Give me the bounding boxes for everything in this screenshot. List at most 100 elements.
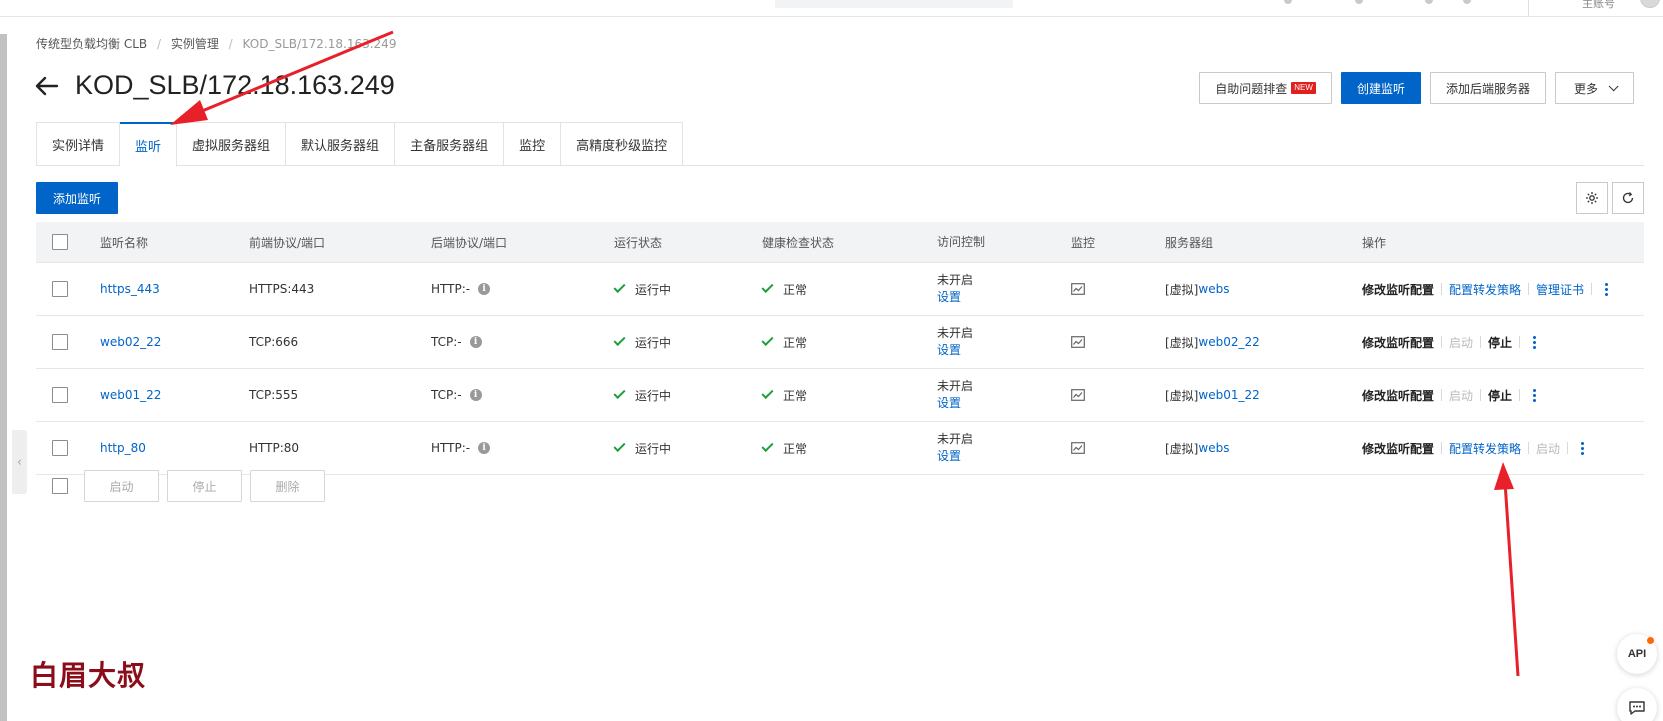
op-action[interactable]: 修改监听配置 <box>1362 440 1434 457</box>
acl-status: 未开启 <box>937 273 974 287</box>
row-checkbox[interactable] <box>52 387 68 403</box>
row-operations: 修改监听配置 启动 停止 <box>1362 316 1644 368</box>
listener-name-link[interactable]: http_80 <box>100 441 146 455</box>
breadcrumb: 传统型负载均衡 CLB / 实例管理 / KOD_SLB/172.18.163.… <box>36 35 396 52</box>
info-icon[interactable]: i <box>478 283 491 295</box>
account-label[interactable]: 主账号 <box>1582 0 1615 11</box>
self-check-button[interactable]: 自助问题排查 NEW <box>1199 72 1332 104</box>
op-action[interactable]: 管理证书 <box>1536 281 1584 298</box>
breadcrumb-item-instance-management[interactable]: 实例管理 <box>171 37 219 51</box>
op-action[interactable]: 停止 <box>1488 334 1512 351</box>
acl-settings-link[interactable]: 设置 <box>937 395 961 412</box>
group-prefix: [虚拟] <box>1165 388 1199 403</box>
acl-settings-link[interactable]: 设置 <box>937 342 961 359</box>
row-checkbox[interactable] <box>52 334 68 350</box>
back-arrow-icon[interactable] <box>33 72 61 100</box>
op-action[interactable]: 修改监听配置 <box>1362 387 1434 404</box>
op-action[interactable]: 停止 <box>1488 387 1512 404</box>
tab-3[interactable]: 默认服务器组 <box>286 122 396 166</box>
server-group-link[interactable]: web01_22 <box>1198 388 1259 402</box>
create-listener-button[interactable]: 创建监听 <box>1340 72 1421 104</box>
listener-name-link[interactable]: web02_22 <box>100 335 161 349</box>
left-scrollbar[interactable] <box>0 34 7 721</box>
acl-settings-link[interactable]: 设置 <box>937 289 961 306</box>
monitor-chart-icon[interactable] <box>1071 389 1085 401</box>
monitor-chart-icon[interactable] <box>1071 442 1085 454</box>
feedback-float-button[interactable] <box>1617 688 1657 721</box>
select-all-checkbox[interactable] <box>52 234 68 250</box>
frontend-port: HTTP:80 <box>249 441 300 455</box>
header-backend: 后端协议/端口 <box>431 235 508 250</box>
table-row: http_80 HTTP:80 HTTP:- i 运行中 正常 未开启 设置 [虚拟… <box>36 422 1644 475</box>
header-server-group: 服务器组 <box>1165 235 1214 250</box>
op-action[interactable]: 配置转发策略 <box>1449 440 1521 457</box>
table-settings-button[interactable] <box>1576 182 1608 214</box>
more-actions-icon[interactable] <box>1601 282 1612 296</box>
ops-separator <box>1441 442 1443 454</box>
info-icon[interactable]: i <box>478 442 491 454</box>
header-listener-name: 监听名称 <box>100 235 149 250</box>
listener-name-link[interactable]: https_443 <box>100 282 160 296</box>
op-action[interactable]: 配置转发策略 <box>1449 281 1521 298</box>
monitor-chart-icon[interactable] <box>1071 283 1085 295</box>
batch-start-button[interactable]: 启动 <box>84 470 159 502</box>
backend-port: TCP:- <box>431 335 462 349</box>
more-actions-icon[interactable] <box>1529 388 1540 402</box>
avatar[interactable] <box>1640 0 1660 8</box>
tab-4[interactable]: 主备服务器组 <box>395 122 505 166</box>
tab-6[interactable]: 高精度秒级监控 <box>561 122 684 166</box>
listener-table: 监听名称 前端协议/端口 后端协议/端口 运行状态 健康检查状态 访问控制 监控… <box>36 222 1644 475</box>
breadcrumb-item-clb[interactable]: 传统型负载均衡 CLB <box>36 37 147 51</box>
add-listener-button[interactable]: 添加监听 <box>36 182 119 214</box>
more-actions-icon[interactable] <box>1577 441 1588 455</box>
ops-separator <box>1528 283 1530 295</box>
tab-2[interactable]: 虚拟服务器组 <box>177 122 287 166</box>
notification-icon[interactable] <box>1284 0 1292 4</box>
acl-settings-link[interactable]: 设置 <box>937 448 961 465</box>
run-status: 运行中 <box>635 335 672 350</box>
table-row: web02_22 TCP:666 TCP:- i 运行中 正常 未开启 设置 [虚拟… <box>36 316 1644 369</box>
server-group-link[interactable]: webs <box>1198 282 1229 296</box>
backend-port: HTTP:- <box>431 282 471 296</box>
more-label: 更多 <box>1573 81 1598 96</box>
global-search-input[interactable] <box>775 0 1013 8</box>
group-prefix: [虚拟] <box>1165 335 1199 350</box>
tab-1[interactable]: 监听 <box>120 122 178 167</box>
health-status: 正常 <box>783 335 808 350</box>
info-icon[interactable]: i <box>469 336 482 348</box>
add-backend-server-button[interactable]: 添加后端服务器 <box>1429 72 1546 104</box>
health-status: 正常 <box>783 441 808 456</box>
settings-icon[interactable] <box>1425 0 1433 4</box>
more-actions-icon[interactable] <box>1529 335 1540 349</box>
sidebar-collapse-handle[interactable]: ‹ <box>12 430 27 494</box>
header-run-status: 运行状态 <box>614 235 663 250</box>
api-float-button[interactable]: API <box>1617 634 1657 674</box>
more-dropdown-button[interactable]: 更多 <box>1554 72 1634 104</box>
server-group-link[interactable]: webs <box>1198 441 1229 455</box>
instance-tabs: 实例详情 监听 虚拟服务器组 默认服务器组 主备服务器组 监控 高精度秒级监控 <box>36 122 1644 167</box>
row-checkbox[interactable] <box>52 440 68 456</box>
info-icon[interactable]: i <box>469 389 482 401</box>
monitor-chart-icon[interactable] <box>1071 336 1085 348</box>
listener-name-link[interactable]: web01_22 <box>100 388 161 402</box>
acl-status: 未开启 <box>937 326 974 340</box>
op-action[interactable]: 修改监听配置 <box>1362 334 1434 351</box>
language-icon[interactable] <box>1463 0 1471 4</box>
page-title: KOD_SLB/172.18.163.249 <box>75 70 395 100</box>
op-action: 启动 <box>1536 441 1561 456</box>
refresh-button[interactable] <box>1612 182 1644 214</box>
row-checkbox[interactable] <box>52 281 68 297</box>
header-operations: 操作 <box>1362 235 1387 250</box>
breadcrumb-separator: / <box>228 37 233 51</box>
tab-0[interactable]: 实例详情 <box>36 122 121 166</box>
op-action[interactable]: 修改监听配置 <box>1362 281 1434 298</box>
server-group-link[interactable]: web02_22 <box>1198 335 1259 349</box>
batch-stop-button[interactable]: 停止 <box>167 470 242 502</box>
batch-select-checkbox[interactable] <box>52 478 68 494</box>
table-body: https_443 HTTPS:443 HTTP:- i 运行中 正常 未开启 设置… <box>36 263 1644 475</box>
help-icon[interactable] <box>1355 0 1363 4</box>
tab-5[interactable]: 监控 <box>504 122 562 166</box>
batch-delete-button[interactable]: 删除 <box>250 470 325 502</box>
table-row: https_443 HTTPS:443 HTTP:- i 运行中 正常 未开启 设置… <box>36 263 1644 316</box>
chevron-left-icon: ‹ <box>16 454 23 470</box>
